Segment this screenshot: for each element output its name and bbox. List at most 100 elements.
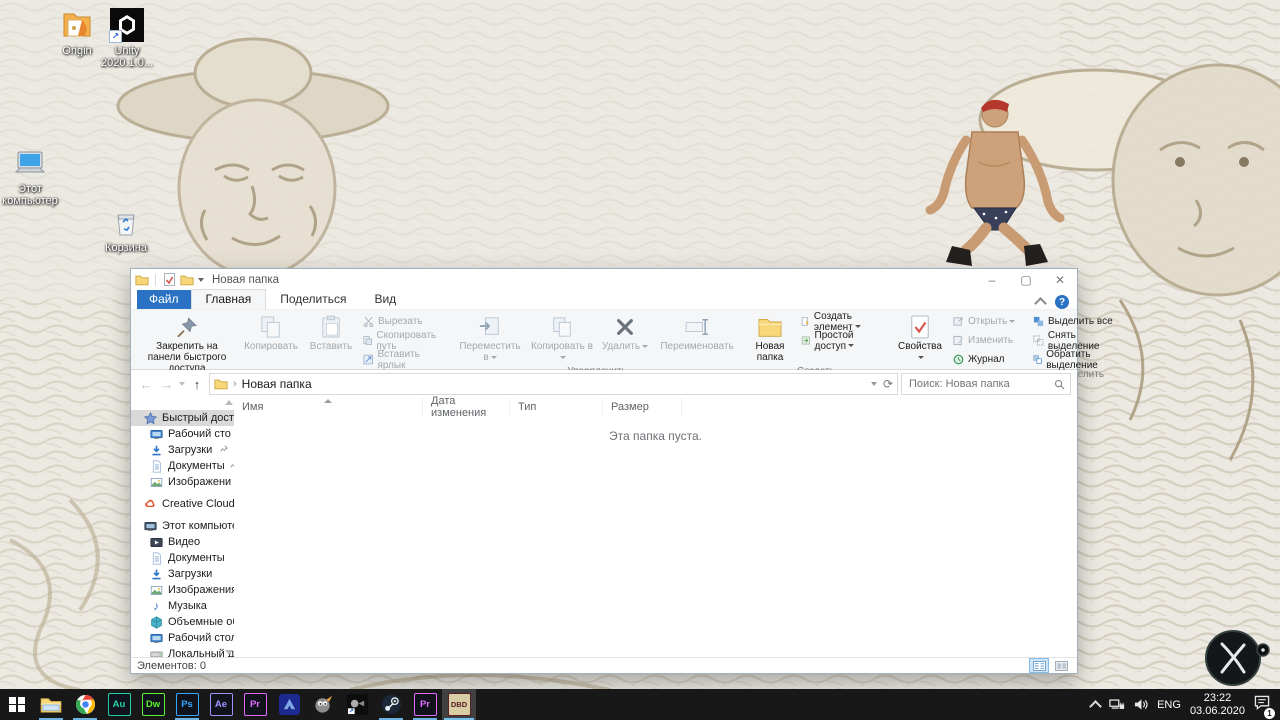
taskbar-game-shortcut[interactable] xyxy=(340,689,374,720)
taskbar-after-effects[interactable]: Ae xyxy=(204,689,238,720)
column-date[interactable]: Дата изменения xyxy=(423,398,510,415)
ribbon-group-new: Новая папка Создать элемент Простой дост… xyxy=(743,311,889,369)
help-icon[interactable]: ? xyxy=(1055,295,1069,309)
sidebar-item-desktop-pinned[interactable]: Рабочий сто xyxy=(131,426,234,442)
sidebar-scrollbar[interactable] xyxy=(224,400,234,655)
tab-home[interactable]: Главная xyxy=(191,289,267,309)
collapse-ribbon-icon[interactable] xyxy=(1034,297,1047,310)
search-input[interactable] xyxy=(907,377,1054,391)
desktop-icon-unity[interactable]: ↗ Unity 2020.1.0... xyxy=(92,8,162,69)
qat-new-folder-button[interactable] xyxy=(180,273,194,287)
up-button[interactable]: ↑ xyxy=(188,377,206,392)
qat-properties-button[interactable] xyxy=(162,273,176,287)
sidebar-item-this-pc[interactable]: Этот компьютер xyxy=(131,518,234,534)
hidden-icons-chevron[interactable] xyxy=(1089,700,1102,713)
open-button[interactable]: Открыть xyxy=(949,312,1027,331)
new-item-button[interactable]: Создать элемент xyxy=(797,312,889,331)
qat-customize-dropdown[interactable] xyxy=(198,278,204,282)
maximize-button[interactable]: ▢ xyxy=(1009,269,1043,290)
desktop-icon-recycle-bin[interactable]: Корзина xyxy=(91,205,161,254)
sidebar-item-downloads-pinned[interactable]: Загрузки xyxy=(131,442,234,458)
recycle-bin-icon xyxy=(109,205,143,239)
network-icon[interactable] xyxy=(1109,698,1125,711)
title-bar[interactable]: Новая папка – ▢ ✕ xyxy=(131,269,1077,290)
paste-shortcut-button[interactable]: Вставить ярлык xyxy=(359,350,451,369)
sidebar-item-creative-cloud[interactable]: Creative Cloud Fil xyxy=(131,496,234,512)
easy-access-icon xyxy=(801,335,811,346)
sidebar-item-documents-pinned[interactable]: Документы xyxy=(131,458,234,474)
tab-file[interactable]: Файл xyxy=(137,290,191,309)
sidebar-item-local-disk-c[interactable]: Локальный дис xyxy=(131,646,234,657)
new-folder-button[interactable]: Новая папка xyxy=(743,311,797,366)
delete-icon xyxy=(615,314,635,340)
select-all-button[interactable]: Выделить все xyxy=(1029,312,1133,331)
taskbar-chrome[interactable] xyxy=(68,689,102,720)
search-icon[interactable] xyxy=(1054,379,1065,390)
taskbar-dead-by-daylight[interactable]: DBD xyxy=(442,689,476,720)
taskbar-audition[interactable]: Au xyxy=(102,689,136,720)
column-size[interactable]: Размер xyxy=(603,398,682,415)
scroll-down-icon[interactable] xyxy=(225,650,233,655)
back-button[interactable]: ← xyxy=(137,377,155,392)
pictures-icon xyxy=(149,475,163,489)
column-type[interactable]: Тип xyxy=(510,398,603,415)
minimize-button[interactable]: – xyxy=(975,269,1009,290)
taskbar-gimp[interactable] xyxy=(306,689,340,720)
taskbar-file-explorer[interactable] xyxy=(34,689,68,720)
address-bar[interactable]: › Новая папка ⟳ xyxy=(209,373,898,395)
desktop-icon-this-pc[interactable]: Этот компьютер xyxy=(0,146,65,207)
sidebar-item-videos[interactable]: Видео xyxy=(131,534,234,550)
volume-icon[interactable] xyxy=(1134,698,1148,711)
large-icons-view-button[interactable] xyxy=(1051,658,1071,673)
pin-to-quick-access-button[interactable]: Закрепить на панели быстрого доступа xyxy=(135,311,239,377)
delete-button[interactable]: Удалить xyxy=(597,311,653,355)
invert-selection-button[interactable]: Обратить выделение xyxy=(1029,350,1133,369)
copy-path-icon xyxy=(363,335,372,346)
taskbar-steam[interactable] xyxy=(374,689,408,720)
copy-path-button[interactable]: Скопировать путь xyxy=(359,331,451,350)
sidebar-item-documents[interactable]: Документы xyxy=(131,550,234,566)
sidebar-item-pictures-pinned[interactable]: Изображени xyxy=(131,474,234,490)
copy-button[interactable]: Копировать xyxy=(239,311,303,355)
sidebar-item-downloads[interactable]: Загрузки xyxy=(131,566,234,582)
taskbar-photoshop[interactable]: Ps xyxy=(170,689,204,720)
rename-icon xyxy=(684,314,710,340)
address-dropdown[interactable] xyxy=(871,382,877,386)
history-icon xyxy=(953,354,964,365)
recent-locations-dropdown[interactable] xyxy=(179,382,185,386)
taskbar-premiere-2[interactable]: Pr xyxy=(408,689,442,720)
select-none-button[interactable]: Снять выделение xyxy=(1029,331,1133,350)
breadcrumb[interactable]: Новая папка xyxy=(242,377,312,391)
language-indicator[interactable]: ENG xyxy=(1157,699,1181,711)
easy-access-button[interactable]: Простой доступ xyxy=(797,331,889,350)
sidebar-item-quick-access[interactable]: Быстрый доступ xyxy=(131,410,234,426)
history-button[interactable]: Журнал xyxy=(949,350,1027,369)
refresh-icon[interactable]: ⟳ xyxy=(883,377,893,391)
search-box[interactable] xyxy=(901,373,1071,395)
items-count: Элементов: 0 xyxy=(137,660,206,672)
details-view-button[interactable] xyxy=(1029,658,1049,673)
close-button[interactable]: ✕ xyxy=(1043,269,1077,290)
forward-button[interactable]: → xyxy=(158,377,176,392)
start-button[interactable] xyxy=(0,689,34,720)
clock[interactable]: 23:22 03.06.2020 xyxy=(1190,692,1245,718)
action-center-button[interactable]: 1 xyxy=(1254,695,1270,715)
scroll-up-icon[interactable] xyxy=(225,400,233,405)
move-to-button[interactable]: Переместить в xyxy=(453,311,527,366)
tab-share[interactable]: Поделиться xyxy=(266,290,360,309)
photoshop-icon: Ps xyxy=(176,693,199,716)
taskbar-dreamweaver[interactable]: Dw xyxy=(136,689,170,720)
copy-to-button[interactable]: Копировать в xyxy=(527,311,597,366)
paste-button[interactable]: Вставить xyxy=(303,311,359,355)
edit-button[interactable]: Изменить xyxy=(949,331,1027,350)
properties-button[interactable]: Свойства xyxy=(891,311,949,366)
sidebar-item-pictures[interactable]: Изображения xyxy=(131,582,234,598)
taskbar-blue-app[interactable] xyxy=(272,689,306,720)
tab-view[interactable]: Вид xyxy=(360,290,410,309)
sidebar-item-3d-objects[interactable]: Объемные объ xyxy=(131,614,234,630)
sidebar-item-desktop[interactable]: Рабочий стол xyxy=(131,630,234,646)
taskbar-premiere[interactable]: Pr xyxy=(238,689,272,720)
cut-button[interactable]: Вырезать xyxy=(359,312,451,331)
sidebar-item-music[interactable]: ♪ Музыка xyxy=(131,598,234,614)
rename-button[interactable]: Переименовать xyxy=(653,311,741,355)
